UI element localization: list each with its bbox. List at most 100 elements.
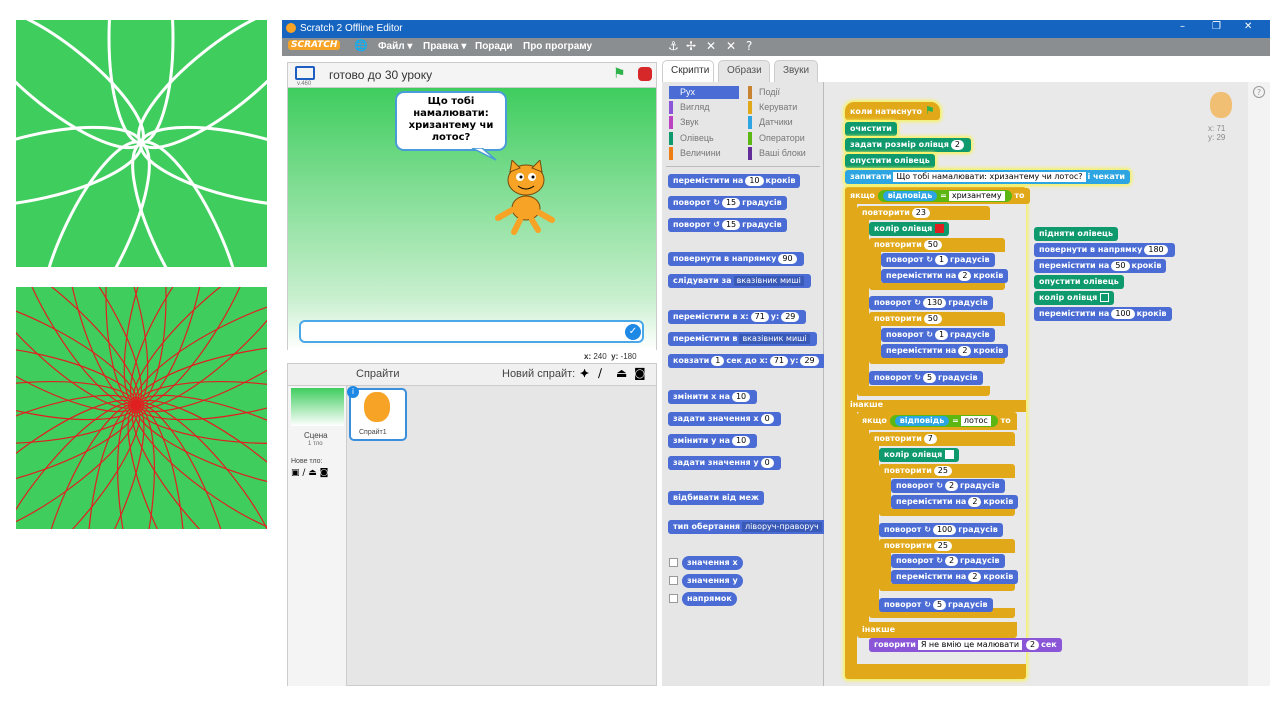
palette-turn-right-block[interactable]: поворот ↻ 15 градусів bbox=[668, 196, 787, 210]
restore-icon[interactable]: ❐ bbox=[1212, 21, 1221, 32]
pen-up-block[interactable]: підняти олівець bbox=[1034, 227, 1118, 241]
move-2-block-1[interactable]: перемістити на 2 кроків bbox=[881, 269, 1009, 283]
turn-5-block-2[interactable]: поворот ↻ 5 градусів bbox=[879, 598, 993, 612]
palette-rotstyle-block[interactable]: тип обертання ліворуч-праворуч bbox=[668, 520, 829, 534]
sprite-library-icon[interactable]: ⯌ bbox=[580, 366, 589, 381]
delete-icon[interactable]: ✢ bbox=[686, 39, 696, 53]
category-more[interactable]: Ваші блоки bbox=[748, 147, 806, 160]
minimize-icon[interactable]: – bbox=[1180, 21, 1185, 32]
category-motion[interactable]: Рух bbox=[669, 86, 739, 99]
if-chrysanthemum-block[interactable]: якщо відповідь = хризантему то bbox=[845, 188, 1030, 204]
turn-2-block-2[interactable]: поворот ↻ 2 градусів bbox=[891, 554, 1005, 568]
red-swatch[interactable] bbox=[935, 224, 945, 233]
tab-scripts[interactable]: Скрипти bbox=[662, 60, 714, 82]
cat-sprite[interactable] bbox=[490, 160, 560, 235]
move-2-block-2[interactable]: перемістити на 2 кроків bbox=[881, 344, 1009, 358]
stop-icon[interactable] bbox=[638, 67, 652, 81]
about-menu[interactable]: Про програму bbox=[523, 41, 592, 52]
ypos-checkbox[interactable] bbox=[669, 576, 678, 585]
palette-changey-block[interactable]: змінити у на 10 bbox=[668, 434, 758, 448]
set-pen-size-block[interactable]: задати розмір олівця 2 bbox=[845, 138, 971, 152]
tab-sounds[interactable]: Звуки bbox=[774, 60, 818, 82]
backdrop-tools-icon[interactable]: ▣ ∕ ⏏ ◙ bbox=[291, 468, 328, 478]
fullscreen-icon[interactable] bbox=[295, 66, 315, 80]
upload-icon[interactable]: ⏏ bbox=[616, 366, 627, 380]
palette-sety-block[interactable]: задати значення у0 bbox=[668, 456, 781, 470]
scripts-help-icon[interactable]: ? bbox=[1253, 86, 1265, 98]
stage-thumbnail[interactable] bbox=[291, 388, 344, 426]
set-pen-color-red-block[interactable]: колір олівця bbox=[869, 222, 950, 236]
palette-turn-left-block[interactable]: поворот ↺ 15 градусів bbox=[668, 218, 787, 232]
palette-glide-block[interactable]: ковзати 1 сек до x: 71 y: 29 bbox=[668, 354, 826, 368]
pen-down-block-2[interactable]: опустити олівець bbox=[1034, 275, 1124, 289]
point-180-block[interactable]: повернути в напрямку 180 bbox=[1034, 243, 1175, 257]
ask-and-wait-block[interactable]: запитати Що тобі намалювати: хризантему ч… bbox=[845, 170, 1131, 184]
grow-icon[interactable]: ✕ bbox=[706, 39, 716, 53]
repeat-25-block-2[interactable]: повторити 25 bbox=[879, 539, 959, 553]
pen-down-block[interactable]: опустити олівець bbox=[845, 154, 935, 168]
info-icon[interactable]: i bbox=[347, 386, 359, 398]
tab-costumes[interactable]: Образи bbox=[718, 60, 770, 82]
palette-xpos-reporter[interactable]: значення х bbox=[682, 556, 743, 570]
repeat-23-block[interactable]: повторити 23 bbox=[857, 206, 937, 220]
repeat-7-block[interactable]: повторити 7 bbox=[869, 432, 944, 446]
say-block[interactable]: говорити Я не вмію це малювати 2 сек bbox=[869, 638, 1062, 652]
green-swatch[interactable] bbox=[1100, 293, 1110, 302]
ask-input[interactable]: ✓ bbox=[299, 320, 644, 343]
tips-menu[interactable]: Поради bbox=[475, 41, 512, 52]
repeat-25-block-1[interactable]: повторити 25 bbox=[879, 464, 959, 478]
if-lotus-block[interactable]: якщо відповідь = лотос то bbox=[857, 413, 1016, 429]
palette-move-block[interactable]: перемістити на 10 кроків bbox=[668, 174, 801, 188]
set-pen-color-green-block[interactable]: колір олівця bbox=[1034, 291, 1115, 305]
file-menu[interactable]: Файл ▾ bbox=[378, 41, 412, 52]
help-icon[interactable]: ? bbox=[746, 39, 752, 53]
paint-icon[interactable]: ∕ bbox=[598, 366, 602, 380]
close-icon[interactable]: ✕ bbox=[1244, 21, 1252, 32]
white-swatch[interactable] bbox=[945, 450, 955, 459]
palette-direction-reporter[interactable]: напрямок bbox=[682, 592, 737, 606]
category-looks[interactable]: Вигляд bbox=[669, 101, 710, 114]
repeat-50-block-2[interactable]: повторити 50 bbox=[869, 312, 949, 326]
globe-icon[interactable]: 🌐 bbox=[354, 39, 368, 52]
palette-goto-block[interactable]: перемістити в вказівник миші bbox=[668, 332, 817, 346]
scripts-scrollbar[interactable]: ? bbox=[1248, 82, 1270, 686]
move-50-block[interactable]: перемістити на 50 кроків bbox=[1034, 259, 1167, 273]
when-flag-clicked-block[interactable]: коли натиснуто ⚑ bbox=[845, 102, 940, 120]
turn-5-block-1[interactable]: поворот ↻ 5 градусів bbox=[869, 371, 983, 385]
move-2-block-3[interactable]: перемістити на 2 кроків bbox=[891, 495, 1019, 509]
move-2-block-4[interactable]: перемістити на 2 кроків bbox=[891, 570, 1019, 584]
shrink-icon[interactable]: ✕ bbox=[726, 39, 736, 53]
category-sound[interactable]: Звук bbox=[669, 116, 698, 129]
palette-setx-block[interactable]: задати значення х0 bbox=[668, 412, 781, 426]
category-sensing[interactable]: Датчики bbox=[748, 116, 793, 129]
scripts-area[interactable]: коли натиснуто ⚑ очистити задати розмір … bbox=[824, 82, 1248, 686]
camera-icon[interactable]: ◙ bbox=[634, 366, 646, 380]
palette-follow-block[interactable]: слідувати за вказівник миші bbox=[668, 274, 811, 288]
turn-130-block[interactable]: поворот ↻ 130 градусів bbox=[869, 296, 993, 310]
category-operators[interactable]: Оператори bbox=[748, 132, 805, 145]
move-100-block[interactable]: перемістити на 100 кроків bbox=[1034, 307, 1172, 321]
palette-bounce-block[interactable]: відбивати від меж bbox=[668, 491, 764, 505]
category-pen[interactable]: Олівець bbox=[669, 132, 714, 145]
category-data[interactable]: Величини bbox=[669, 147, 721, 160]
turn-100-block[interactable]: поворот ↻ 100 градусів bbox=[879, 523, 1003, 537]
xpos-checkbox[interactable] bbox=[669, 558, 678, 567]
edit-menu[interactable]: Правка ▾ bbox=[423, 41, 466, 52]
turn-1-block-1[interactable]: поворот ↻ 1 градусів bbox=[881, 253, 995, 267]
palette-ypos-reporter[interactable]: значення у bbox=[682, 574, 743, 588]
check-icon[interactable]: ✓ bbox=[625, 324, 641, 340]
direction-checkbox[interactable] bbox=[669, 594, 678, 603]
category-events[interactable]: Події bbox=[748, 86, 780, 99]
turn-2-block-1[interactable]: поворот ↻ 2 градусів bbox=[891, 479, 1005, 493]
green-flag-icon[interactable]: ⚑ bbox=[613, 66, 626, 82]
palette-point-block[interactable]: повернути в напрямку 90 bbox=[668, 252, 804, 266]
project-title[interactable]: готово до 30 уроку bbox=[329, 68, 432, 82]
palette-changex-block[interactable]: змінити х на 10 bbox=[668, 390, 758, 404]
set-pen-color-white-block[interactable]: колір олівця bbox=[879, 448, 960, 462]
clear-block[interactable]: очистити bbox=[845, 122, 897, 136]
repeat-50-block-1[interactable]: повторити 50 bbox=[869, 238, 949, 252]
duplicate-icon[interactable]: ⚓ bbox=[668, 39, 679, 53]
turn-1-block-2[interactable]: поворот ↻ 1 градусів bbox=[881, 328, 995, 342]
palette-gotoxy-block[interactable]: перемістити в x: 71 y: 29 bbox=[668, 310, 807, 324]
category-control[interactable]: Керувати bbox=[748, 101, 797, 114]
